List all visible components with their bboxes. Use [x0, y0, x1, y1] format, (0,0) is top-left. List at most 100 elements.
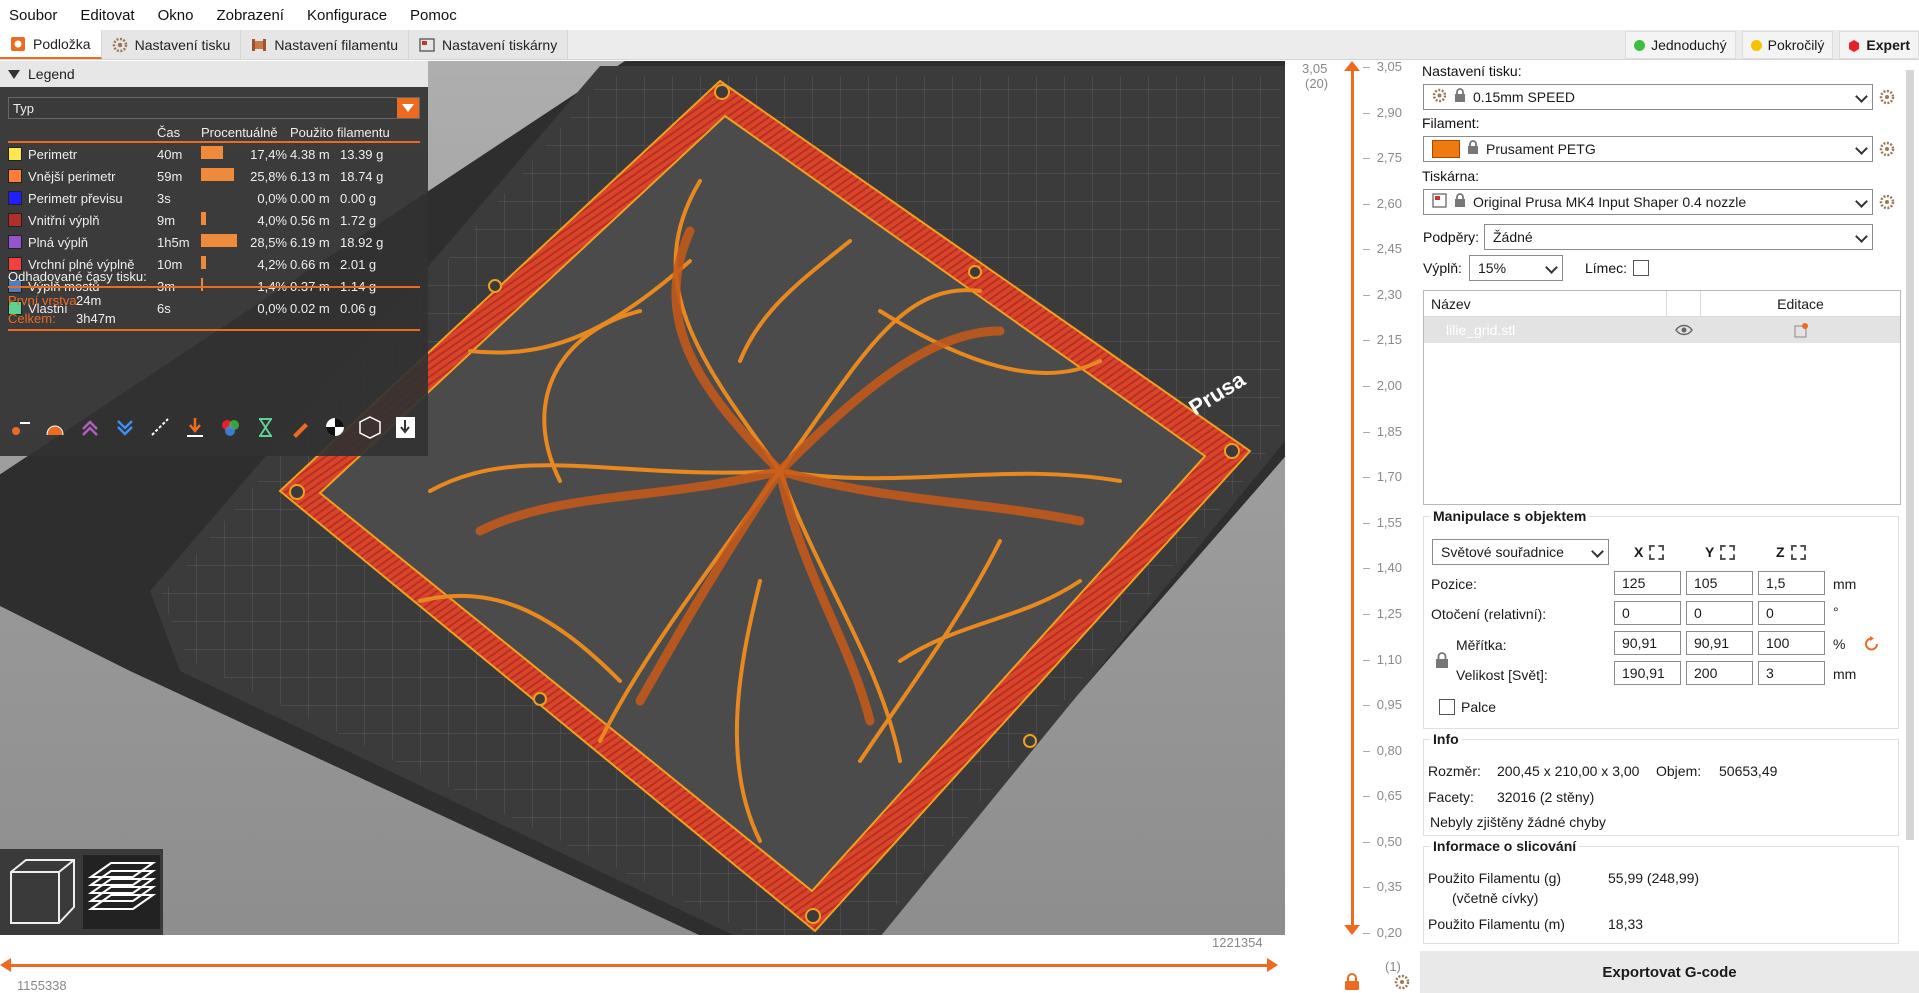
seams-icon[interactable]	[148, 415, 173, 440]
legend-view-type-select[interactable]: Typ	[8, 97, 420, 119]
mode-advanced-button[interactable]: Pokročilý	[1741, 31, 1834, 59]
legend-meters: 4.38 m	[290, 146, 330, 162]
center-of-gravity-icon[interactable]	[323, 415, 348, 440]
menu-file[interactable]: Soubor	[9, 7, 66, 24]
moves-slider-left-handle[interactable]	[0, 958, 11, 972]
menu-edit[interactable]: Editovat	[80, 7, 143, 24]
custom-gcode-icon[interactable]	[288, 415, 313, 440]
scale-z-input[interactable]: 100	[1758, 631, 1825, 655]
layer-bottom-index: (1)	[1385, 959, 1401, 974]
position-y-input[interactable]: 105	[1686, 571, 1753, 595]
deretractions-icon[interactable]	[113, 415, 138, 440]
object-manipulation-title: Manipulace s objektem	[1430, 508, 1590, 524]
uniform-scale-lock-icon[interactable]	[1435, 652, 1449, 672]
travel-icon[interactable]	[8, 415, 33, 440]
moves-min-value: 1155338	[17, 978, 67, 993]
rotation-x-input[interactable]: 0	[1614, 601, 1681, 625]
export-gcode-button[interactable]: Exportovat G-code	[1420, 951, 1919, 993]
position-z-input[interactable]: 1,5	[1758, 571, 1825, 595]
menu-window[interactable]: Okno	[158, 7, 203, 24]
tool-changes-icon[interactable]	[183, 415, 208, 440]
layer-tick-label: 0,95	[1376, 697, 1402, 713]
layer-slider-track[interactable]	[1351, 67, 1354, 932]
tool-marker-icon[interactable]	[393, 415, 418, 440]
scale-x-input[interactable]: 90,91	[1614, 631, 1681, 655]
scale-label: Měřítka:	[1456, 637, 1507, 653]
legend-row[interactable]: Vnitřní výplň 9m 4,0% 0.56 m 1.72 g	[8, 209, 420, 231]
rotation-z-input[interactable]: 0	[1758, 601, 1825, 625]
menu-help[interactable]: Pomoc	[410, 7, 466, 24]
moves-slider[interactable]: 1221354 1155338	[0, 935, 1285, 993]
printer-combo[interactable]: Original Prusa MK4 Input Shaper 0.4 nozz…	[1423, 189, 1873, 215]
legend-col-percent: Procentuálně	[201, 124, 278, 140]
coordinate-system-combo[interactable]: Světové souřadnice	[1432, 539, 1609, 565]
lock-icon[interactable]	[1344, 973, 1360, 993]
filament-color-swatch[interactable]	[1432, 140, 1460, 158]
edit-object-icon[interactable]	[1701, 322, 1900, 338]
axis-z-label: Z	[1776, 544, 1785, 560]
sidebar-scrollbar[interactable]	[1906, 70, 1914, 840]
layers-view-icon[interactable]	[83, 855, 160, 929]
legend-percent-bar-cell	[201, 234, 245, 250]
position-x-input[interactable]: 125	[1614, 571, 1681, 595]
layer-slider[interactable]: 3,05 (20) 3,05 2,90 2,75 2,60 2,45 2,30 2,15 2,…	[1285, 59, 1420, 993]
print-settings-gear-icon[interactable]	[1879, 89, 1895, 108]
drop-to-bed-y-icon[interactable]	[1720, 545, 1735, 560]
supports-combo[interactable]: Žádné	[1484, 224, 1873, 250]
legend-percent: 28,5%	[250, 234, 287, 250]
legend-row[interactable]: Perimetr 40m 17,4% 4.38 m 13.39 g	[8, 143, 420, 165]
used-filament-m-value: 18,33	[1608, 916, 1644, 932]
legend-time: 59m	[157, 168, 183, 184]
tab-filament-settings[interactable]: Nastavení filamentu	[241, 30, 410, 59]
print-settings-combo[interactable]: 0.15mm SPEED	[1423, 84, 1873, 110]
printer-icon	[419, 37, 435, 53]
mode-expert-button[interactable]: Expert	[1839, 31, 1919, 59]
legend-header[interactable]: Legend	[0, 61, 428, 87]
inches-checkbox[interactable]	[1439, 699, 1455, 715]
tab-printer-settings[interactable]: Nastavení tiskárny	[409, 30, 569, 59]
drop-to-bed-z-icon[interactable]	[1791, 545, 1806, 560]
mode-simple-button[interactable]: Jednoduchý	[1625, 31, 1736, 59]
shells-icon[interactable]	[358, 415, 383, 440]
layer-settings-gear-icon[interactable]	[1394, 974, 1410, 993]
layer-tick-label: 2,30	[1376, 286, 1402, 302]
moves-slider-right-handle[interactable]	[1267, 958, 1278, 972]
drop-to-bed-x-icon[interactable]	[1649, 545, 1664, 560]
moves-slider-track[interactable]	[10, 964, 1275, 967]
object-row[interactable]: lilie_grid.stl	[1424, 317, 1900, 343]
size-z-input[interactable]: 3	[1758, 661, 1825, 685]
legend-meters: 6.19 m	[290, 234, 330, 250]
3d-view-icon[interactable]	[6, 857, 76, 930]
eye-icon[interactable]	[1666, 324, 1701, 336]
rotation-y-input[interactable]: 0	[1686, 601, 1753, 625]
pause-prints-icon[interactable]	[253, 415, 278, 440]
scale-y-input[interactable]: 90,91	[1686, 631, 1753, 655]
size-y-input[interactable]: 200	[1686, 661, 1753, 685]
layer-tick-label: 1,85	[1376, 423, 1402, 439]
layer-slider-bottom-handle[interactable]	[1344, 925, 1360, 935]
layer-tick-mark	[1363, 431, 1370, 433]
layer-slider-top-handle[interactable]	[1344, 61, 1360, 71]
reset-scale-icon[interactable]	[1863, 635, 1881, 656]
menu-configuration[interactable]: Konfigurace	[307, 7, 396, 24]
layer-tick-mark	[1363, 386, 1370, 388]
tab-plater[interactable]: Podložka	[0, 30, 102, 59]
legend-row[interactable]: Perimetr převisu 3s 0,0% 0.00 m 0.00 g	[8, 187, 420, 209]
infill-combo[interactable]: 15%	[1469, 255, 1563, 281]
legend-color-swatch	[8, 191, 22, 205]
printer-gear-icon[interactable]	[1879, 194, 1895, 213]
size-x-input[interactable]: 190,91	[1614, 661, 1681, 685]
filament-combo[interactable]: Prusament PETG	[1423, 136, 1873, 162]
tab-print-settings[interactable]: Nastavení tisku	[101, 30, 242, 59]
color-changes-icon[interactable]	[218, 415, 243, 440]
slice-info-title: Informace o slicování	[1430, 838, 1580, 854]
legend-row[interactable]: Plná výplň 1h5m 28,5% 6.19 m 18.92 g	[8, 231, 420, 253]
menu-view[interactable]: Zobrazení	[216, 7, 293, 24]
legend-row[interactable]: Vnější perimetr 59m 25,8% 6.13 m 18.74 g	[8, 165, 420, 187]
brim-checkbox[interactable]	[1633, 260, 1649, 276]
wipe-icon[interactable]	[43, 415, 68, 440]
retractions-icon[interactable]	[78, 415, 103, 440]
print-settings-label: Nastavení tisku:	[1422, 63, 1522, 79]
filament-gear-icon[interactable]	[1879, 141, 1895, 160]
legend-percent: 0,0%	[257, 300, 287, 316]
